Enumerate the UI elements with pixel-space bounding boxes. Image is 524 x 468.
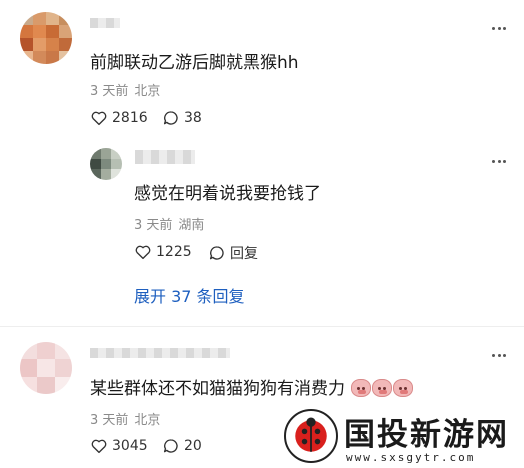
location: 北京 — [134, 413, 161, 428]
reply-username[interactable] — [135, 150, 195, 164]
reply-like-count: 1225 — [156, 244, 192, 260]
reply-text: 感觉在明着说我要抢钱了 — [134, 184, 321, 204]
reply-avatar[interactable] — [90, 148, 122, 180]
avatar[interactable] — [20, 12, 72, 64]
reply-count: 38 — [184, 110, 202, 126]
reply-count-button[interactable]: 38 — [162, 109, 202, 127]
reply-button-label: 回复 — [230, 246, 258, 262]
timestamp: 3 天前 — [90, 84, 129, 99]
comment-bubble-icon — [163, 111, 178, 125]
reply-timestamp: 3 天前 — [134, 218, 173, 233]
pig-face-emoji-icon — [372, 379, 393, 397]
reply-like-button[interactable]: 1225 — [134, 243, 192, 261]
like-count: 2816 — [112, 110, 148, 126]
comment-meta: 3 天前 北京 — [90, 80, 160, 99]
comment-text-content: 某些群体还不如猫猫狗狗有消费力 — [90, 379, 345, 399]
reply-count: 20 — [184, 438, 202, 454]
comment-bubble-icon — [209, 246, 224, 260]
heart-icon — [91, 111, 107, 126]
divider — [0, 326, 524, 327]
reply-more-icon[interactable] — [492, 160, 506, 164]
reply-count-button[interactable]: 20 — [162, 437, 202, 455]
avatar[interactable] — [20, 342, 72, 394]
comment-text: 前脚联动乙游后脚就黑猴hh — [90, 53, 299, 73]
like-button[interactable]: 2816 — [90, 109, 148, 127]
pig-face-emoji-icon — [393, 379, 414, 397]
pig-face-emoji-icon — [351, 379, 372, 397]
like-button[interactable]: 3045 — [90, 437, 148, 455]
heart-icon — [135, 245, 151, 260]
heart-icon — [91, 439, 107, 454]
username[interactable] — [90, 348, 230, 358]
comment-meta: 3 天前 北京 — [90, 409, 160, 428]
reply-button[interactable]: 回复 — [208, 243, 258, 263]
like-count: 3045 — [112, 438, 148, 454]
more-icon[interactable] — [492, 27, 506, 31]
reply-location: 湖南 — [178, 218, 205, 233]
site-watermark: 国投新游网 www.sxsgytr.com — [276, 405, 524, 468]
comment-bubble-icon — [163, 439, 178, 453]
ladybug-logo-icon — [284, 409, 338, 463]
comment-text: 某些群体还不如猫猫狗狗有消费力 — [90, 374, 414, 399]
timestamp: 3 天前 — [90, 413, 129, 428]
reply-meta: 3 天前 湖南 — [134, 214, 204, 233]
username[interactable] — [90, 18, 120, 28]
watermark-title: 国投新游网 — [344, 417, 509, 453]
expand-replies-link[interactable]: 展开 37 条回复 — [134, 283, 245, 307]
location: 北京 — [134, 84, 161, 99]
more-icon[interactable] — [492, 354, 506, 358]
watermark-url: www.sxsgytr.com — [346, 451, 476, 464]
